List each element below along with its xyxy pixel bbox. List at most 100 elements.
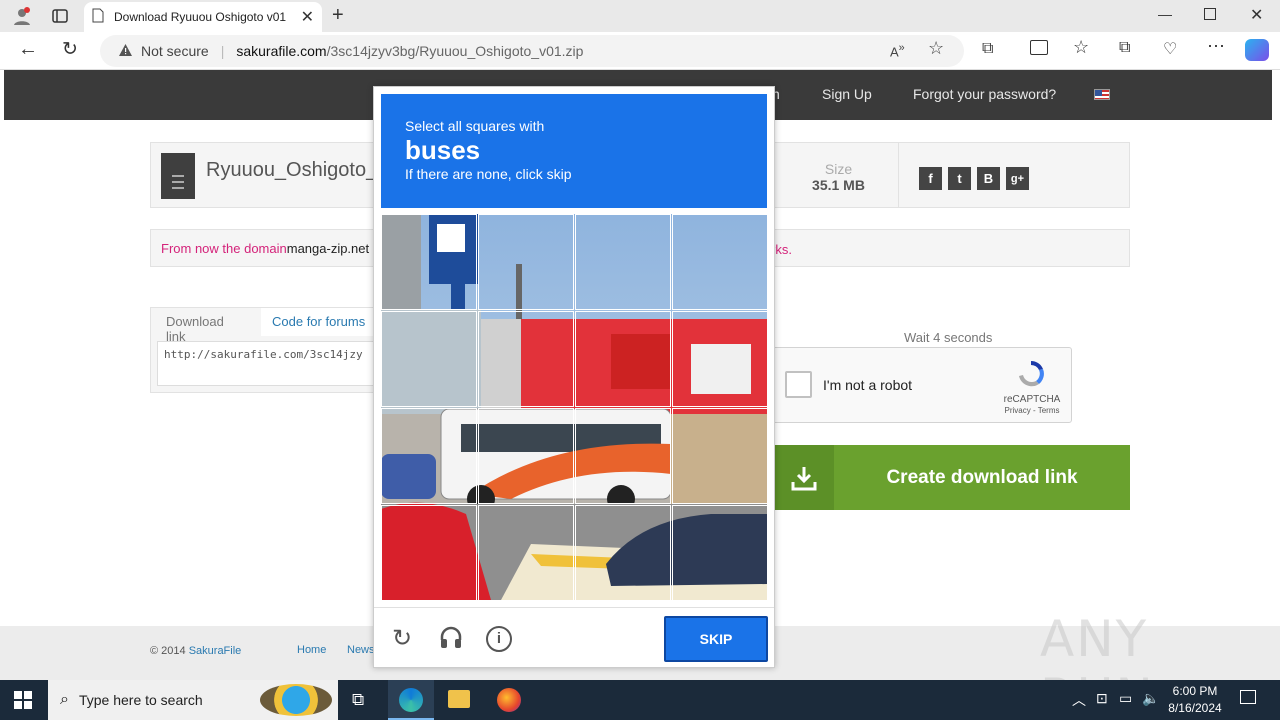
- grid-tile-8[interactable]: [672, 311, 767, 407]
- file-name: Ryuuou_Oshigoto_v: [206, 159, 388, 181]
- active-tab[interactable]: Download Ryuuou Oshigoto v01 ✕: [84, 2, 322, 32]
- separator: |: [220, 43, 225, 59]
- recaptcha-links[interactable]: Privacy - Terms: [999, 406, 1065, 415]
- us-flag-icon[interactable]: [1094, 89, 1110, 100]
- tab-title: Download Ryuuou Oshigoto v01: [114, 10, 287, 24]
- url-domain: sakurafile.com: [236, 43, 327, 59]
- recaptcha-checkbox[interactable]: [785, 371, 812, 398]
- tray-network-icon[interactable]: ⊡: [1096, 690, 1108, 707]
- read-aloud-icon[interactable]: A»: [890, 42, 905, 59]
- recaptcha-widget: I'm not a robot reCAPTCHA Privacy - Term…: [770, 347, 1072, 423]
- notice-prefix: From now the domain: [161, 240, 287, 256]
- tab-code-for-forums[interactable]: Code for forums: [261, 308, 381, 336]
- windows-start-icon[interactable]: [14, 691, 32, 712]
- nav-signup[interactable]: Sign Up: [822, 86, 872, 102]
- windows-taskbar: ⌕ Type here to search ⧉ ︿ ⊡ ▭ 🔈 6:00 PM …: [0, 680, 1280, 720]
- tab-actions-icon[interactable]: [48, 4, 72, 28]
- tab-download-link[interactable]: Download link: [151, 308, 261, 344]
- file-icon: [161, 153, 195, 199]
- refresh-icon[interactable]: ↻: [62, 38, 78, 61]
- google-plus-icon[interactable]: g+: [1006, 167, 1029, 190]
- footer-home-link[interactable]: Home: [297, 644, 326, 656]
- grid-tile-11[interactable]: [575, 408, 671, 504]
- footer-brand-link[interactable]: SakuraFile: [189, 645, 242, 657]
- task-view-icon[interactable]: ⧉: [352, 690, 364, 710]
- new-tab-icon[interactable]: +: [332, 4, 344, 27]
- edge-icon: [399, 688, 423, 712]
- grid-tile-6[interactable]: [478, 311, 574, 407]
- grid-tile-12[interactable]: [672, 408, 767, 504]
- url-path: /3sc14jzyv3bg/Ryuuou_Oshigoto_v01.zip: [326, 43, 584, 59]
- clock-date[interactable]: 8/16/2024: [1160, 701, 1230, 715]
- twitter-icon[interactable]: t: [948, 167, 971, 190]
- file-size-block: Size 35.1 MB: [779, 143, 899, 207]
- favorites-icon[interactable]: ☆: [1073, 37, 1089, 58]
- extensions-icon[interactable]: ⧉: [982, 40, 993, 58]
- address-bar[interactable]: Not secure | sakurafile.com /3sc14jzyv3b…: [100, 35, 964, 67]
- facebook-icon[interactable]: f: [919, 167, 942, 190]
- file-explorer-icon[interactable]: [448, 690, 470, 708]
- firefox-icon[interactable]: [497, 688, 521, 712]
- settings-more-icon[interactable]: ⋯: [1207, 36, 1225, 57]
- grid-tile-4[interactable]: [672, 214, 767, 310]
- anyrun-watermark: ANY RUN: [1040, 610, 1153, 680]
- tray-display-icon[interactable]: ▭: [1119, 690, 1132, 707]
- favorite-star-icon[interactable]: ☆: [928, 38, 944, 59]
- browser-tab-bar: Download Ryuuou Oshigoto v01 ✕ + — ✕: [0, 0, 1280, 32]
- grid-tile-16[interactable]: [672, 505, 767, 600]
- warning-icon: [118, 43, 133, 60]
- recaptcha-label: I'm not a robot: [823, 377, 913, 393]
- search-placeholder: Type here to search: [78, 692, 203, 708]
- tray-chevron-icon[interactable]: ︿: [1072, 690, 1086, 710]
- info-icon[interactable]: i: [486, 626, 512, 652]
- close-tab-icon[interactable]: ✕: [301, 7, 314, 27]
- download-icon: [774, 445, 834, 510]
- footer-copyright: © 2014 SakuraFile: [150, 645, 241, 657]
- audio-challenge-icon[interactable]: [438, 624, 464, 653]
- clock-time[interactable]: 6:00 PM: [1160, 684, 1230, 698]
- create-download-label: Create download link: [886, 466, 1078, 488]
- create-download-link-button[interactable]: Create download link: [774, 445, 1130, 510]
- grid-tile-2[interactable]: [478, 214, 574, 310]
- grid-tile-15[interactable]: [575, 505, 671, 600]
- footer-news-link[interactable]: News: [347, 644, 375, 656]
- grid-tile-14[interactable]: [478, 505, 574, 600]
- close-window-icon[interactable]: ✕: [1250, 5, 1263, 25]
- security-label[interactable]: Not secure: [141, 43, 209, 59]
- back-icon[interactable]: ←: [18, 38, 38, 61]
- address-toolbar: ← ↻ Not secure | sakurafile.com /3sc14jz…: [0, 32, 1280, 70]
- recaptcha-brand: reCAPTCHA: [1003, 394, 1061, 405]
- challenge-hint: If there are none, click skip: [405, 166, 572, 182]
- collections-icon[interactable]: ⧉: [1119, 39, 1130, 57]
- challenge-instruction: Select all squares with: [405, 118, 545, 134]
- copilot-icon[interactable]: [1245, 39, 1269, 61]
- skip-button[interactable]: SKIP: [664, 616, 768, 662]
- grid-tile-5[interactable]: [381, 311, 477, 407]
- challenge-footer: ↻ i SKIP: [374, 607, 774, 667]
- minimize-icon[interactable]: —: [1158, 6, 1172, 22]
- browser-essentials-icon[interactable]: ♡: [1163, 39, 1177, 59]
- nav-forgot-password[interactable]: Forgot your password?: [913, 86, 1056, 102]
- taskbar-search-box[interactable]: ⌕ Type here to search: [48, 680, 338, 720]
- grid-tile-10[interactable]: [478, 408, 574, 504]
- download-link-box: Download link Code for forums http://sak…: [150, 307, 381, 393]
- grid-tile-13[interactable]: [381, 505, 477, 600]
- grid-tile-9[interactable]: [381, 408, 477, 504]
- recaptcha-logo-icon: [1015, 358, 1047, 393]
- grid-tile-3[interactable]: [575, 214, 671, 310]
- challenge-target: buses: [405, 135, 481, 165]
- grid-tile-1[interactable]: [381, 214, 477, 310]
- search-icon: ⌕: [60, 691, 69, 708]
- edge-taskbar-button[interactable]: [388, 680, 434, 720]
- split-screen-icon[interactable]: [1030, 40, 1048, 55]
- maximize-icon[interactable]: [1204, 8, 1216, 20]
- captcha-challenge-dialog: Select all squares with buses If there a…: [373, 86, 775, 668]
- notifications-icon[interactable]: [1240, 690, 1256, 704]
- size-label: Size: [824, 161, 853, 177]
- reload-icon[interactable]: ↻: [392, 624, 412, 653]
- grid-tile-7[interactable]: [575, 311, 671, 407]
- vk-icon[interactable]: B: [977, 167, 1000, 190]
- profile-icon[interactable]: [10, 4, 34, 28]
- volume-icon[interactable]: 🔈: [1142, 690, 1159, 707]
- download-link-field[interactable]: http://sakurafile.com/3sc14jzy: [157, 341, 381, 386]
